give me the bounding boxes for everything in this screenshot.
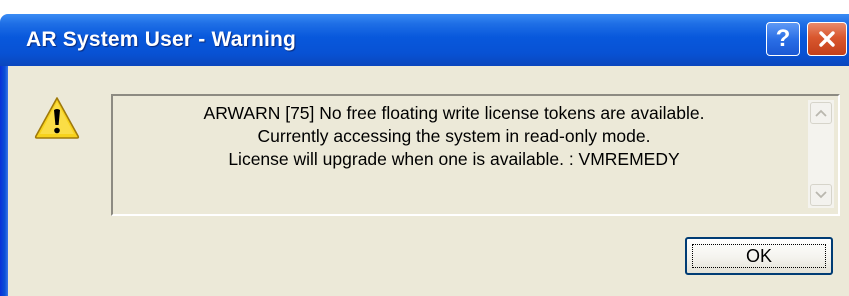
warning-dialog: AR System User - Warning ? ARWARN [75] N… (0, 0, 849, 296)
window-title: AR System User - Warning (26, 28, 297, 51)
window-frame-left (0, 66, 8, 296)
ok-button[interactable]: OK (685, 237, 833, 275)
vertical-scrollbar[interactable] (808, 100, 834, 208)
scroll-down-button[interactable] (810, 184, 832, 206)
dialog-body: ARWARN [75] No free floating write licen… (8, 66, 849, 296)
warning-message: ARWARN [75] No free floating write licen… (123, 102, 785, 171)
chevron-up-icon (815, 109, 827, 117)
scroll-up-button[interactable] (810, 102, 832, 124)
help-button[interactable]: ? (766, 22, 800, 56)
close-button[interactable] (807, 22, 847, 56)
message-box: ARWARN [75] No free floating write licen… (111, 94, 840, 216)
help-icon: ? (775, 25, 791, 52)
warning-icon (34, 97, 80, 139)
chevron-down-icon (815, 191, 827, 199)
ok-button-label: OK (745, 245, 772, 266)
message-line: Currently accessing the system in read-o… (257, 126, 651, 146)
title-bar[interactable]: AR System User - Warning ? (0, 14, 849, 66)
message-line: ARWARN [75] No free floating write licen… (203, 103, 705, 123)
message-line: License will upgrade when one is availab… (228, 149, 680, 169)
close-icon (819, 31, 835, 47)
